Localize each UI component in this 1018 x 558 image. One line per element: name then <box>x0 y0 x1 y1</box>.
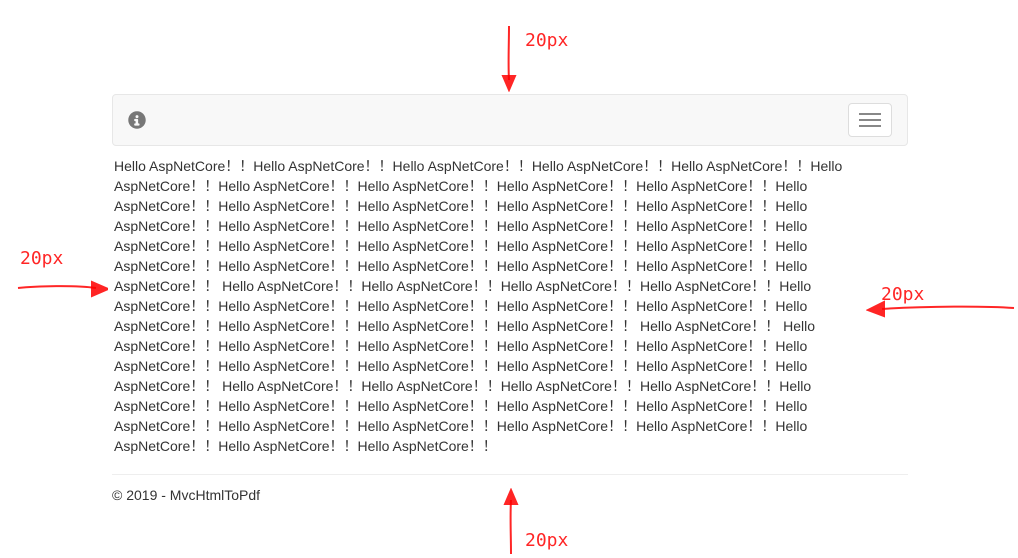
arrow-down-icon <box>496 24 526 92</box>
body-text: Hello AspNetCore！！Hello AspNetCore！！Hell… <box>114 156 906 456</box>
navbar <box>112 94 908 146</box>
hamburger-bar-icon <box>859 113 881 115</box>
margin-annotation-bottom: 20px <box>525 530 568 551</box>
margin-annotation-top: 20px <box>525 30 568 51</box>
nav-toggle-button[interactable] <box>848 103 892 137</box>
footer-divider <box>112 474 908 475</box>
document-body: Hello AspNetCore！！Hello AspNetCore！！Hell… <box>112 156 908 456</box>
margin-annotation-left: 20px <box>20 248 63 269</box>
hamburger-bar-icon <box>859 119 881 121</box>
footer-text: © 2019 - MvcHtmlToPdf <box>112 487 908 503</box>
info-circle-icon <box>128 111 146 129</box>
rendered-document: Hello AspNetCore！！Hello AspNetCore！！Hell… <box>112 94 908 503</box>
arrow-right-icon <box>16 276 108 306</box>
page-canvas: 20px 20px 20px 20px <box>0 0 1018 558</box>
hamburger-bar-icon <box>859 125 881 127</box>
